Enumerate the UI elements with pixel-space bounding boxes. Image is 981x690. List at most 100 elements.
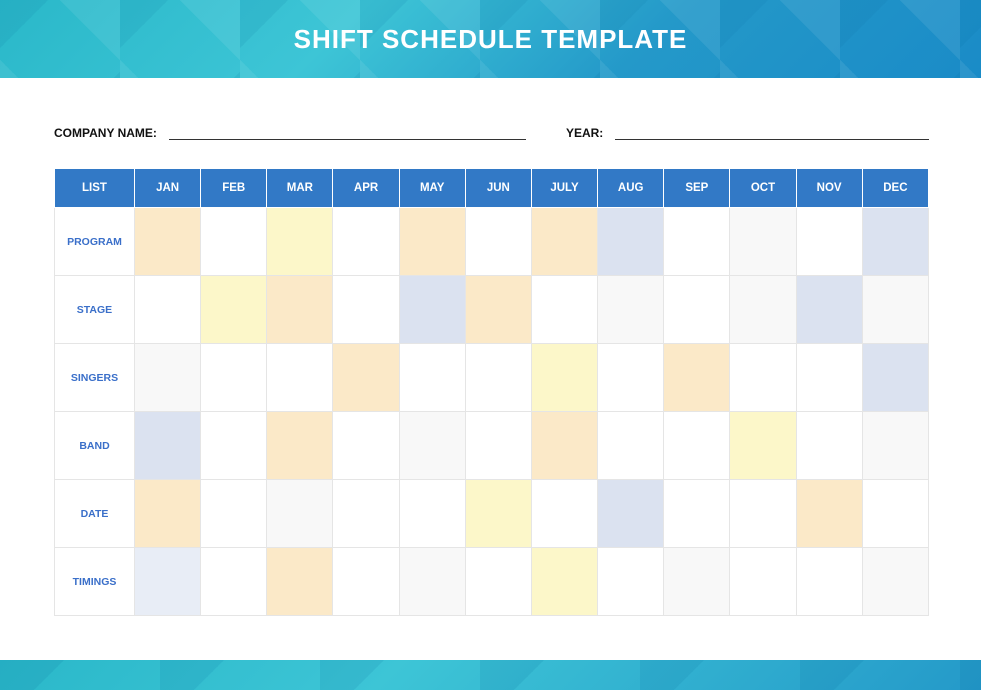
row-label: DATE <box>55 480 135 548</box>
schedule-cell[interactable] <box>862 276 928 344</box>
schedule-cell[interactable] <box>333 344 399 412</box>
schedule-cell[interactable] <box>531 344 597 412</box>
schedule-cell[interactable] <box>664 548 730 616</box>
schedule-cell[interactable] <box>598 412 664 480</box>
company-name-input[interactable] <box>169 126 526 140</box>
schedule-cell[interactable] <box>531 208 597 276</box>
schedule-cell[interactable] <box>664 344 730 412</box>
schedule-cell[interactable] <box>465 208 531 276</box>
th-july: JULY <box>531 169 597 208</box>
schedule-cell[interactable] <box>531 548 597 616</box>
schedule-cell[interactable] <box>531 412 597 480</box>
schedule-cell[interactable] <box>862 208 928 276</box>
schedule-cell[interactable] <box>862 344 928 412</box>
schedule-cell[interactable] <box>598 276 664 344</box>
table-row: TIMINGS <box>55 548 929 616</box>
fields-row: COMPANY NAME: YEAR: <box>54 126 929 140</box>
schedule-cell[interactable] <box>465 276 531 344</box>
th-nov: NOV <box>796 169 862 208</box>
schedule-cell[interactable] <box>796 276 862 344</box>
schedule-cell[interactable] <box>465 548 531 616</box>
schedule-cell[interactable] <box>730 344 796 412</box>
schedule-cell[interactable] <box>333 276 399 344</box>
year-label: YEAR: <box>566 126 603 140</box>
schedule-cell[interactable] <box>267 548 333 616</box>
table-row: STAGE <box>55 276 929 344</box>
th-mar: MAR <box>267 169 333 208</box>
th-oct: OCT <box>730 169 796 208</box>
schedule-cell[interactable] <box>465 480 531 548</box>
schedule-cell[interactable] <box>664 208 730 276</box>
schedule-cell[interactable] <box>267 412 333 480</box>
schedule-cell[interactable] <box>135 208 201 276</box>
row-label: TIMINGS <box>55 548 135 616</box>
th-list: LIST <box>55 169 135 208</box>
th-apr: APR <box>333 169 399 208</box>
schedule-cell[interactable] <box>730 276 796 344</box>
schedule-cell[interactable] <box>201 344 267 412</box>
schedule-cell[interactable] <box>135 548 201 616</box>
schedule-cell[interactable] <box>531 480 597 548</box>
schedule-cell[interactable] <box>664 276 730 344</box>
schedule-cell[interactable] <box>796 548 862 616</box>
schedule-cell[interactable] <box>135 480 201 548</box>
schedule-cell[interactable] <box>267 208 333 276</box>
schedule-cell[interactable] <box>796 344 862 412</box>
schedule-cell[interactable] <box>598 208 664 276</box>
schedule-cell[interactable] <box>333 412 399 480</box>
schedule-cell[interactable] <box>862 480 928 548</box>
schedule-cell[interactable] <box>399 548 465 616</box>
th-sep: SEP <box>664 169 730 208</box>
schedule-cell[interactable] <box>267 480 333 548</box>
schedule-cell[interactable] <box>664 412 730 480</box>
schedule-cell[interactable] <box>135 412 201 480</box>
th-jan: JAN <box>135 169 201 208</box>
table-row: PROGRAM <box>55 208 929 276</box>
schedule-cell[interactable] <box>862 412 928 480</box>
schedule-cell[interactable] <box>598 344 664 412</box>
row-label: BAND <box>55 412 135 480</box>
schedule-cell[interactable] <box>730 208 796 276</box>
schedule-cell[interactable] <box>201 548 267 616</box>
schedule-cell[interactable] <box>399 276 465 344</box>
schedule-cell[interactable] <box>730 412 796 480</box>
row-label: STAGE <box>55 276 135 344</box>
schedule-cell[interactable] <box>664 480 730 548</box>
header-banner: SHIFT SCHEDULE TEMPLATE <box>0 0 981 78</box>
schedule-cell[interactable] <box>796 208 862 276</box>
footer-banner <box>0 660 981 690</box>
schedule-cell[interactable] <box>201 412 267 480</box>
schedule-cell[interactable] <box>465 344 531 412</box>
schedule-cell[interactable] <box>267 344 333 412</box>
schedule-cell[interactable] <box>796 480 862 548</box>
schedule-cell[interactable] <box>135 276 201 344</box>
schedule-cell[interactable] <box>531 276 597 344</box>
schedule-cell[interactable] <box>333 548 399 616</box>
schedule-cell[interactable] <box>730 480 796 548</box>
schedule-cell[interactable] <box>796 412 862 480</box>
schedule-cell[interactable] <box>201 208 267 276</box>
schedule-cell[interactable] <box>201 276 267 344</box>
schedule-cell[interactable] <box>598 480 664 548</box>
schedule-cell[interactable] <box>399 412 465 480</box>
schedule-cell[interactable] <box>465 412 531 480</box>
schedule-cell[interactable] <box>267 276 333 344</box>
schedule-cell[interactable] <box>730 548 796 616</box>
schedule-cell[interactable] <box>399 480 465 548</box>
schedule-cell[interactable] <box>399 344 465 412</box>
row-label: PROGRAM <box>55 208 135 276</box>
table-row: BAND <box>55 412 929 480</box>
schedule-cell[interactable] <box>598 548 664 616</box>
schedule-cell[interactable] <box>399 208 465 276</box>
th-feb: FEB <box>201 169 267 208</box>
schedule-cell[interactable] <box>201 480 267 548</box>
schedule-cell[interactable] <box>862 548 928 616</box>
schedule-table: LIST JAN FEB MAR APR MAY JUN JULY AUG SE… <box>54 168 929 616</box>
company-name-field: COMPANY NAME: <box>54 126 526 140</box>
table-row: DATE <box>55 480 929 548</box>
row-label: SINGERS <box>55 344 135 412</box>
schedule-cell[interactable] <box>333 208 399 276</box>
year-input[interactable] <box>615 126 929 140</box>
schedule-cell[interactable] <box>333 480 399 548</box>
schedule-cell[interactable] <box>135 344 201 412</box>
